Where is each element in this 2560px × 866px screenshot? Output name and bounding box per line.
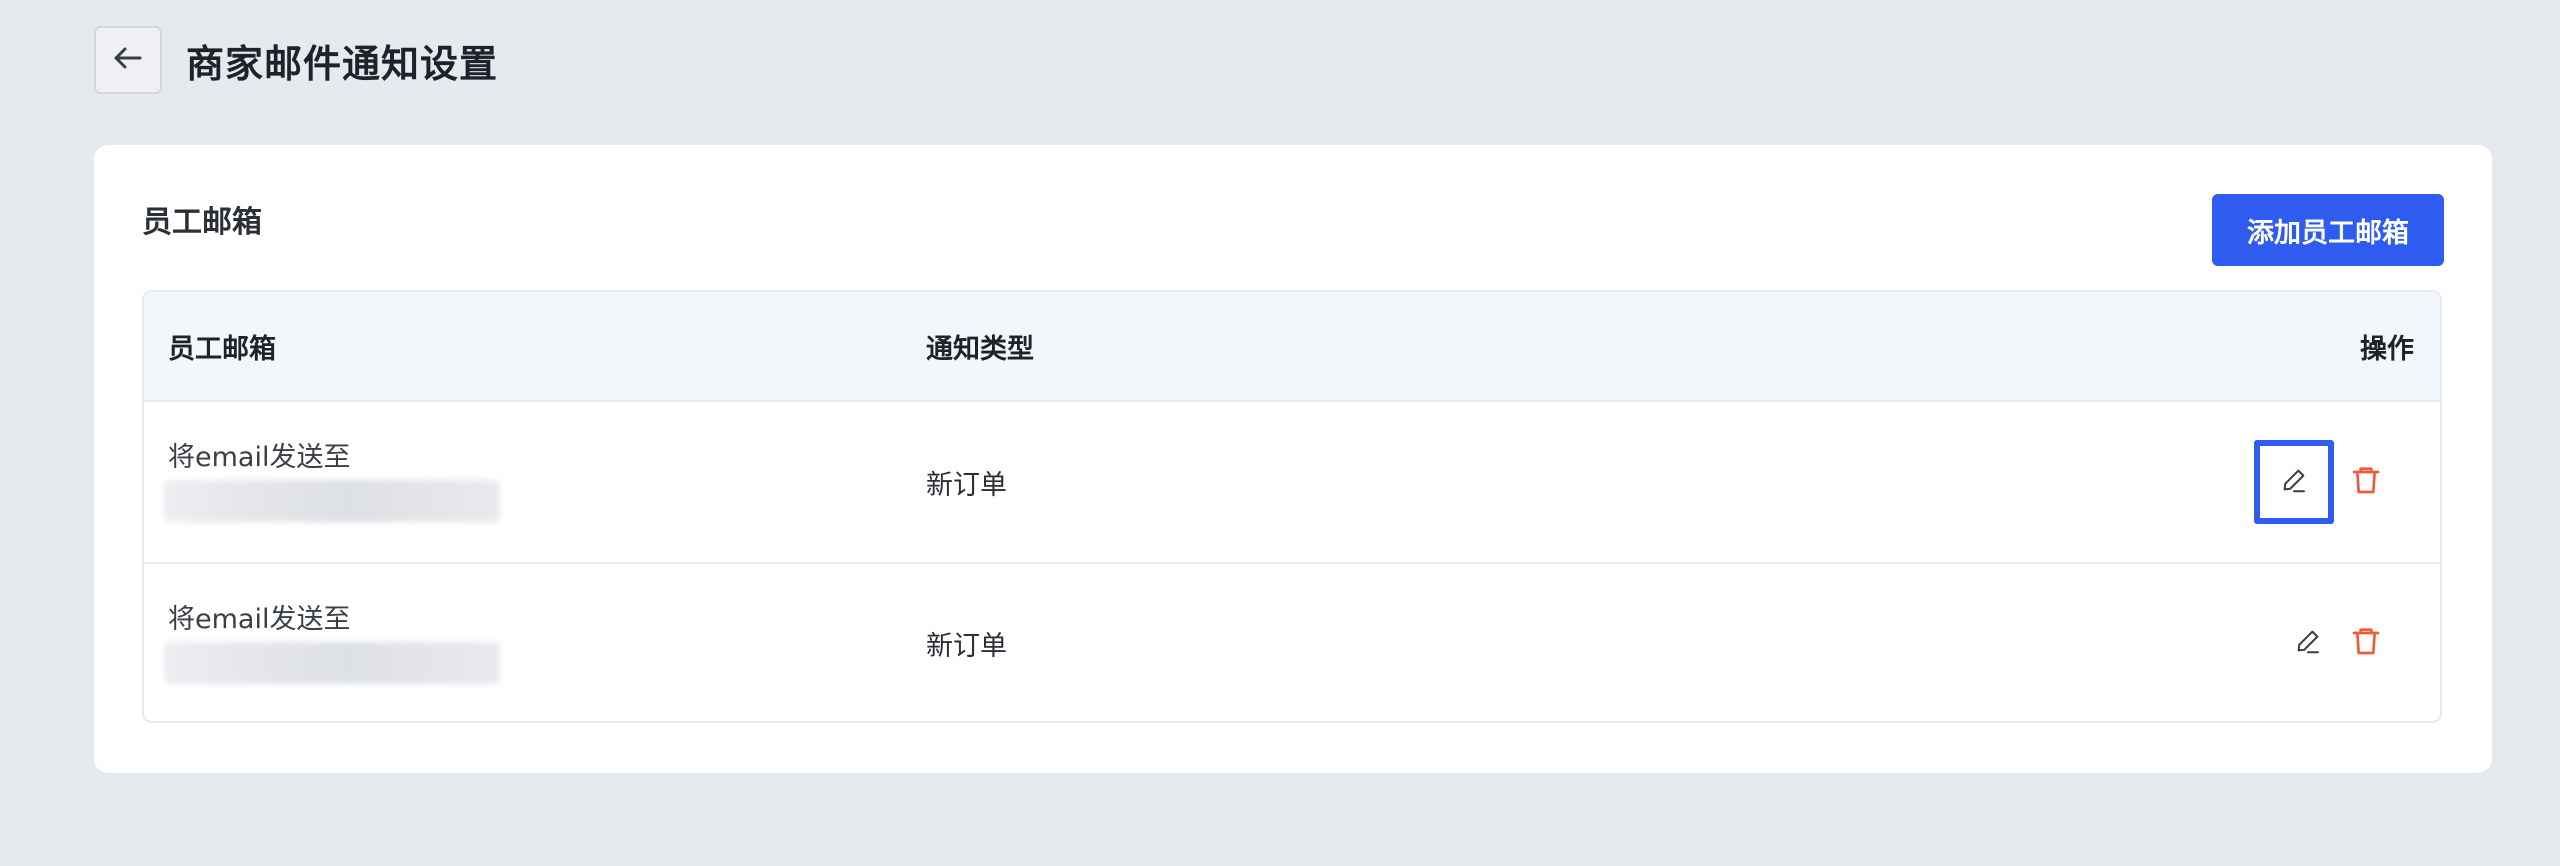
trash-icon bbox=[2350, 464, 2382, 500]
staff-email-table: 员工邮箱 通知类型 操作 将email发送至 新订单 将email发送至 新订单 bbox=[142, 290, 2442, 723]
pencil-icon bbox=[2279, 465, 2309, 499]
section-title: 员工邮箱 bbox=[142, 205, 262, 240]
back-button[interactable] bbox=[94, 26, 162, 94]
edit-button[interactable] bbox=[2282, 617, 2334, 669]
table-header: 员工邮箱 通知类型 操作 bbox=[144, 292, 2440, 402]
email-cell: 将email发送至 bbox=[164, 602, 500, 684]
email-prefix-text: 将email发送至 bbox=[168, 604, 351, 635]
email-cell: 将email发送至 bbox=[164, 440, 500, 522]
table-row: 将email发送至 新订单 bbox=[144, 402, 2440, 562]
arrow-left-icon bbox=[110, 40, 146, 80]
edit-button[interactable] bbox=[2254, 440, 2334, 524]
table-row: 将email发送至 新订单 bbox=[144, 562, 2440, 721]
row-actions bbox=[2282, 564, 2392, 721]
column-header-notify-type: 通知类型 bbox=[926, 333, 1034, 365]
email-prefix-text: 将email发送至 bbox=[168, 442, 351, 473]
column-header-actions: 操作 bbox=[2360, 333, 2414, 365]
blurred-email-address bbox=[164, 480, 500, 522]
page-title: 商家邮件通知设置 bbox=[186, 41, 499, 86]
column-header-email: 员工邮箱 bbox=[168, 333, 276, 365]
staff-email-card: 员工邮箱 添加员工邮箱 员工邮箱 通知类型 操作 将email发送至 新订单 将… bbox=[94, 145, 2492, 773]
delete-button[interactable] bbox=[2340, 617, 2392, 669]
page-header: 商家邮件通知设置 bbox=[94, 26, 498, 94]
trash-icon bbox=[2350, 625, 2382, 661]
row-actions bbox=[2254, 402, 2392, 562]
notify-type-cell: 新订单 bbox=[926, 630, 1007, 662]
add-staff-email-button[interactable]: 添加员工邮箱 bbox=[2212, 194, 2444, 266]
blurred-email-address bbox=[164, 642, 500, 684]
pencil-icon bbox=[2293, 626, 2323, 660]
delete-button[interactable] bbox=[2340, 456, 2392, 508]
notify-type-cell: 新订单 bbox=[926, 469, 1007, 501]
